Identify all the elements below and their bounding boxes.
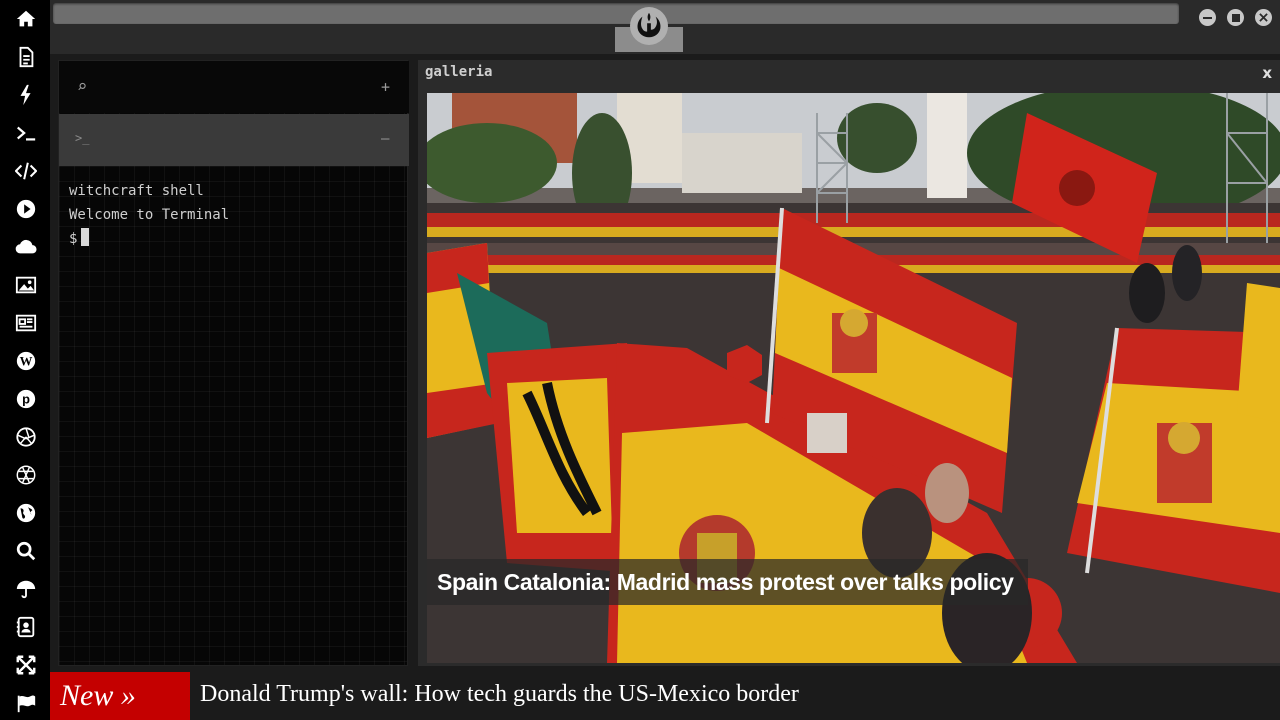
expand-icon[interactable] [13,652,39,678]
wordpress-icon[interactable]: W [13,348,39,374]
minimize-button[interactable] [1199,9,1216,26]
umbrella-icon[interactable] [13,576,39,602]
globe-grid-icon[interactable] [13,462,39,488]
terminal-prompt-line[interactable]: $ [69,227,229,251]
gallery-panel: galleria x Spain Catalonia: Madrid mass … [418,60,1280,666]
terminal-line: witchcraft shell [69,183,204,199]
ticker-label: New » [50,672,190,720]
earth-icon[interactable] [13,500,39,526]
workspace: ⌕ + >_ – witchcraft shell Welcome to Ter… [50,54,1280,672]
rebel-alliance-logo [630,7,668,45]
aperture-icon[interactable] [13,424,39,450]
pinterest-icon[interactable]: p [13,386,39,412]
top-bar [50,0,1280,54]
svg-text:p: p [22,392,30,407]
gallery-close-button[interactable]: x [1262,64,1272,82]
svg-text:W: W [20,355,33,369]
search-icon[interactable] [13,538,39,564]
maximize-icon [1231,13,1240,22]
gallery-title: galleria [425,64,493,80]
terminal-search-bar[interactable]: ⌕ + [59,61,409,113]
terminal-icon[interactable] [13,120,39,146]
add-tab-icon[interactable]: + [381,78,390,96]
document-icon[interactable] [13,44,39,70]
flag-icon[interactable] [13,690,39,716]
code-icon[interactable] [13,158,39,184]
prompt-icon: >_ [75,131,90,145]
play-icon[interactable] [13,196,39,222]
search-icon[interactable]: ⌕ [77,77,87,97]
ticker-label-text: New » [60,679,136,712]
lightning-icon[interactable] [13,82,39,108]
minimize-icon [1203,16,1212,19]
terminal-line: Welcome to Terminal [69,207,230,223]
contacts-icon[interactable] [13,614,39,640]
home-icon[interactable] [13,6,39,32]
maximize-button[interactable] [1227,9,1244,26]
ticker-headline[interactable]: Donald Trump's wall: How tech guards the… [200,681,799,708]
rebel-alliance-icon [637,12,661,38]
close-window-button[interactable] [1255,9,1272,26]
app-sidebar: W p [0,0,50,720]
terminal-panel: ⌕ + >_ – witchcraft shell Welcome to Ter… [58,60,409,666]
close-icon [1259,13,1268,22]
gallery-photo[interactable]: Spain Catalonia: Madrid mass protest ove… [427,93,1280,663]
address-bar[interactable] [53,3,1179,24]
news-ticker: New » Donald Trump's wall: How tech guar… [50,672,1280,720]
photo-caption-text: Spain Catalonia: Madrid mass protest ove… [437,568,1014,595]
newspaper-icon[interactable] [13,310,39,336]
terminal-tab[interactable]: >_ – [59,114,409,166]
photo-caption: Spain Catalonia: Madrid mass protest ove… [427,559,1028,605]
terminal-cursor [81,228,90,246]
cloud-icon[interactable] [13,234,39,260]
image-icon[interactable] [13,272,39,298]
terminal-prompt: $ [69,231,78,247]
collapse-tab-icon[interactable]: – [381,131,389,147]
terminal-output[interactable]: witchcraft shell Welcome to Terminal $ [69,179,229,251]
